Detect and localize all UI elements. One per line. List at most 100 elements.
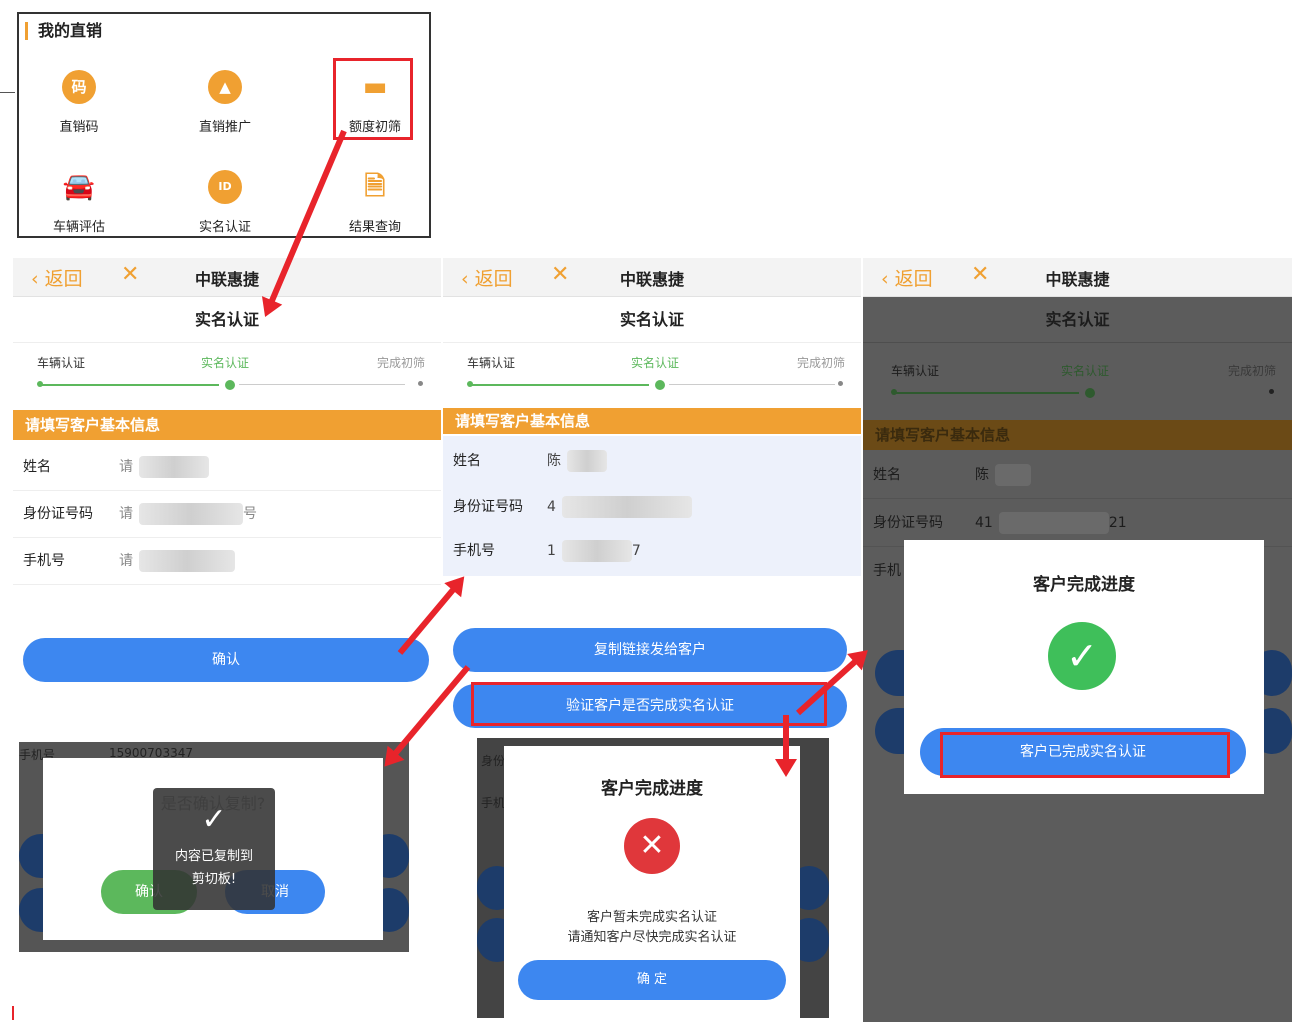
direct-sales-menu-card: 我的直销 码 直销码 ▲ 直销推广 ▬ 额度初筛 🚘 车辆评估 ID 实名认证 … (17, 12, 431, 238)
qr-code-icon: 码 (62, 70, 96, 104)
field-label: 姓名 (453, 453, 481, 469)
toast-text: 剪切板! (191, 872, 237, 887)
step-screening: 完成初筛 (796, 356, 845, 370)
name-row: 姓名 陈 (863, 452, 1292, 499)
highlight-credit-screening (333, 58, 413, 140)
step-screening: 完成初筛 (376, 356, 425, 370)
step-dot-current (655, 380, 665, 390)
confirm-button[interactable]: 确认 (23, 638, 429, 682)
step-dot-current (225, 380, 235, 390)
menu-item-vehicle-eval[interactable]: 🚘 车辆评估 (19, 170, 139, 235)
menu-header: 我的直销 (25, 22, 102, 40)
step-dot-pending (838, 381, 843, 386)
field-label: 身份证号码 (23, 506, 93, 522)
promotion-icon: ▲ (208, 70, 242, 104)
not-completed-screenshot: 身份 手机 客户完成进度 ✕ 客户暂未完成实名认证 请通知客户尽快完成实名认证 … (477, 738, 829, 1018)
progress-line-pending (669, 384, 835, 385)
progress-line-pending (239, 384, 405, 385)
copy-link-button[interactable]: 复制链接发给客户 (453, 628, 847, 672)
step-realname: 实名认证 (201, 356, 250, 370)
field-label: 手机号 (453, 543, 495, 559)
app-title: 中联惠捷 (619, 270, 684, 289)
step-dot-pending (418, 381, 423, 386)
flow-arrow (783, 715, 789, 763)
blurred-value (567, 450, 607, 472)
copied-toast: ✓ 内容已复制到 剪切板! (153, 788, 275, 910)
section-header: 请填写客户基本信息 (863, 420, 1292, 450)
copy-confirm-dialog: 是否确认复制? 确认 取消 ✓ 内容已复制到 剪切板! (43, 758, 383, 940)
dialog-ok-button[interactable]: 确 定 (518, 960, 786, 1000)
bg-label: 手机 (481, 796, 506, 810)
field-label: 手机 (873, 563, 901, 579)
id-value: 4 (547, 484, 692, 530)
success-check-icon: ✓ (1048, 622, 1116, 690)
edge-mark (12, 1006, 14, 1020)
section-header: 请填写客户基本信息 (13, 410, 441, 440)
dialog-message: 请通知客户尽快完成实名认证 (567, 930, 737, 945)
step-dot-pending (1269, 389, 1274, 394)
phone-row: 手机号 17 (443, 528, 861, 574)
page-subtitle: 实名认证 (863, 298, 1292, 343)
menu-item-label: 车辆评估 (52, 220, 105, 235)
progress-line (39, 384, 219, 386)
blurred-value (139, 503, 243, 525)
field-label: 姓名 (873, 467, 901, 483)
id-row: 身份证号码 请号 (13, 491, 441, 538)
id-input[interactable]: 请号 (119, 491, 257, 537)
name-value: 陈 (975, 452, 1031, 498)
progress-steps: 车辆认证 实名认证 完成初筛 (863, 362, 1292, 406)
step-realname: 实名认证 (631, 356, 680, 370)
menu-item-label: 结果查询 (348, 220, 401, 235)
page-subtitle: 实名认证 (443, 298, 861, 343)
blurred-value (995, 464, 1031, 486)
progress-line (893, 392, 1079, 394)
name-row: 姓名 请 (13, 444, 441, 491)
step-screening: 完成初筛 (1227, 364, 1276, 378)
phone-value: 17 (547, 528, 641, 574)
name-row: 姓名 陈 (443, 438, 861, 484)
step-vehicle: 车辆认证 (467, 356, 516, 370)
step-vehicle: 车辆认证 (37, 356, 86, 370)
progress-dialog-success: 客户完成进度 ✓ 客户已完成实名认证 (904, 540, 1264, 794)
progress-line (469, 384, 649, 386)
blurred-value (139, 456, 209, 478)
menu-item-realname[interactable]: ID 实名认证 (165, 170, 285, 235)
blurred-value (998, 512, 1109, 534)
progress-steps: 车辆认证 实名认证 完成初筛 (443, 354, 861, 398)
page-subtitle: 实名认证 (13, 298, 441, 343)
menu-item-promotion[interactable]: ▲ 直销推广 (165, 70, 285, 135)
blurred-value (139, 550, 235, 572)
step-realname: 实名认证 (1061, 364, 1110, 378)
id-row: 身份证号码 4 (443, 484, 861, 530)
step-dot-current (1085, 388, 1095, 398)
dialog-title: 客户完成进度 (1033, 575, 1135, 595)
check-icon: ✓ (201, 802, 227, 837)
menu-item-label: 实名认证 (198, 220, 251, 235)
copy-confirm-screenshot: 手机号 15900703347 是否确认复制? 确认 取消 ✓ 内容已复制到 剪… (19, 742, 409, 952)
nav-bar: ‹ 返回 ✕ 中联惠捷 (863, 258, 1292, 297)
bg-label: 身份 (481, 754, 506, 768)
progress-dialog-failed: 客户完成进度 ✕ 客户暂未完成实名认证 请通知客户尽快完成实名认证 确 定 (504, 746, 800, 1018)
menu-item-direct-code[interactable]: 码 直销码 (19, 70, 139, 135)
field-label: 姓名 (23, 459, 51, 475)
step-vehicle: 车辆认证 (891, 364, 940, 378)
step-dot (37, 381, 43, 387)
toast-text: 内容已复制到 (174, 849, 253, 864)
name-input[interactable]: 请 (119, 444, 209, 490)
nav-bar: ‹ 返回 ✕ 中联惠捷 (13, 258, 441, 297)
menu-item-label: 直销码 (59, 120, 99, 135)
step-dot (891, 389, 897, 395)
field-label: 身份证号码 (873, 515, 943, 531)
phone-row: 手机号 请 (13, 538, 441, 585)
document-search-icon: 🗎 (364, 172, 386, 202)
phone-input[interactable]: 请 (119, 538, 235, 584)
edge-line (0, 92, 15, 93)
dialog-message: 客户暂未完成实名认证 (586, 910, 717, 925)
menu-item-result-query[interactable]: 🗎 结果查询 (315, 170, 435, 235)
nav-bar: ‹ 返回 ✕ 中联惠捷 (443, 258, 861, 297)
progress-steps: 车辆认证 实名认证 完成初筛 (13, 354, 441, 398)
field-label: 身份证号码 (453, 499, 523, 515)
blurred-value (561, 540, 632, 562)
field-label: 手机号 (23, 553, 65, 569)
app-title: 中联惠捷 (1045, 270, 1110, 289)
